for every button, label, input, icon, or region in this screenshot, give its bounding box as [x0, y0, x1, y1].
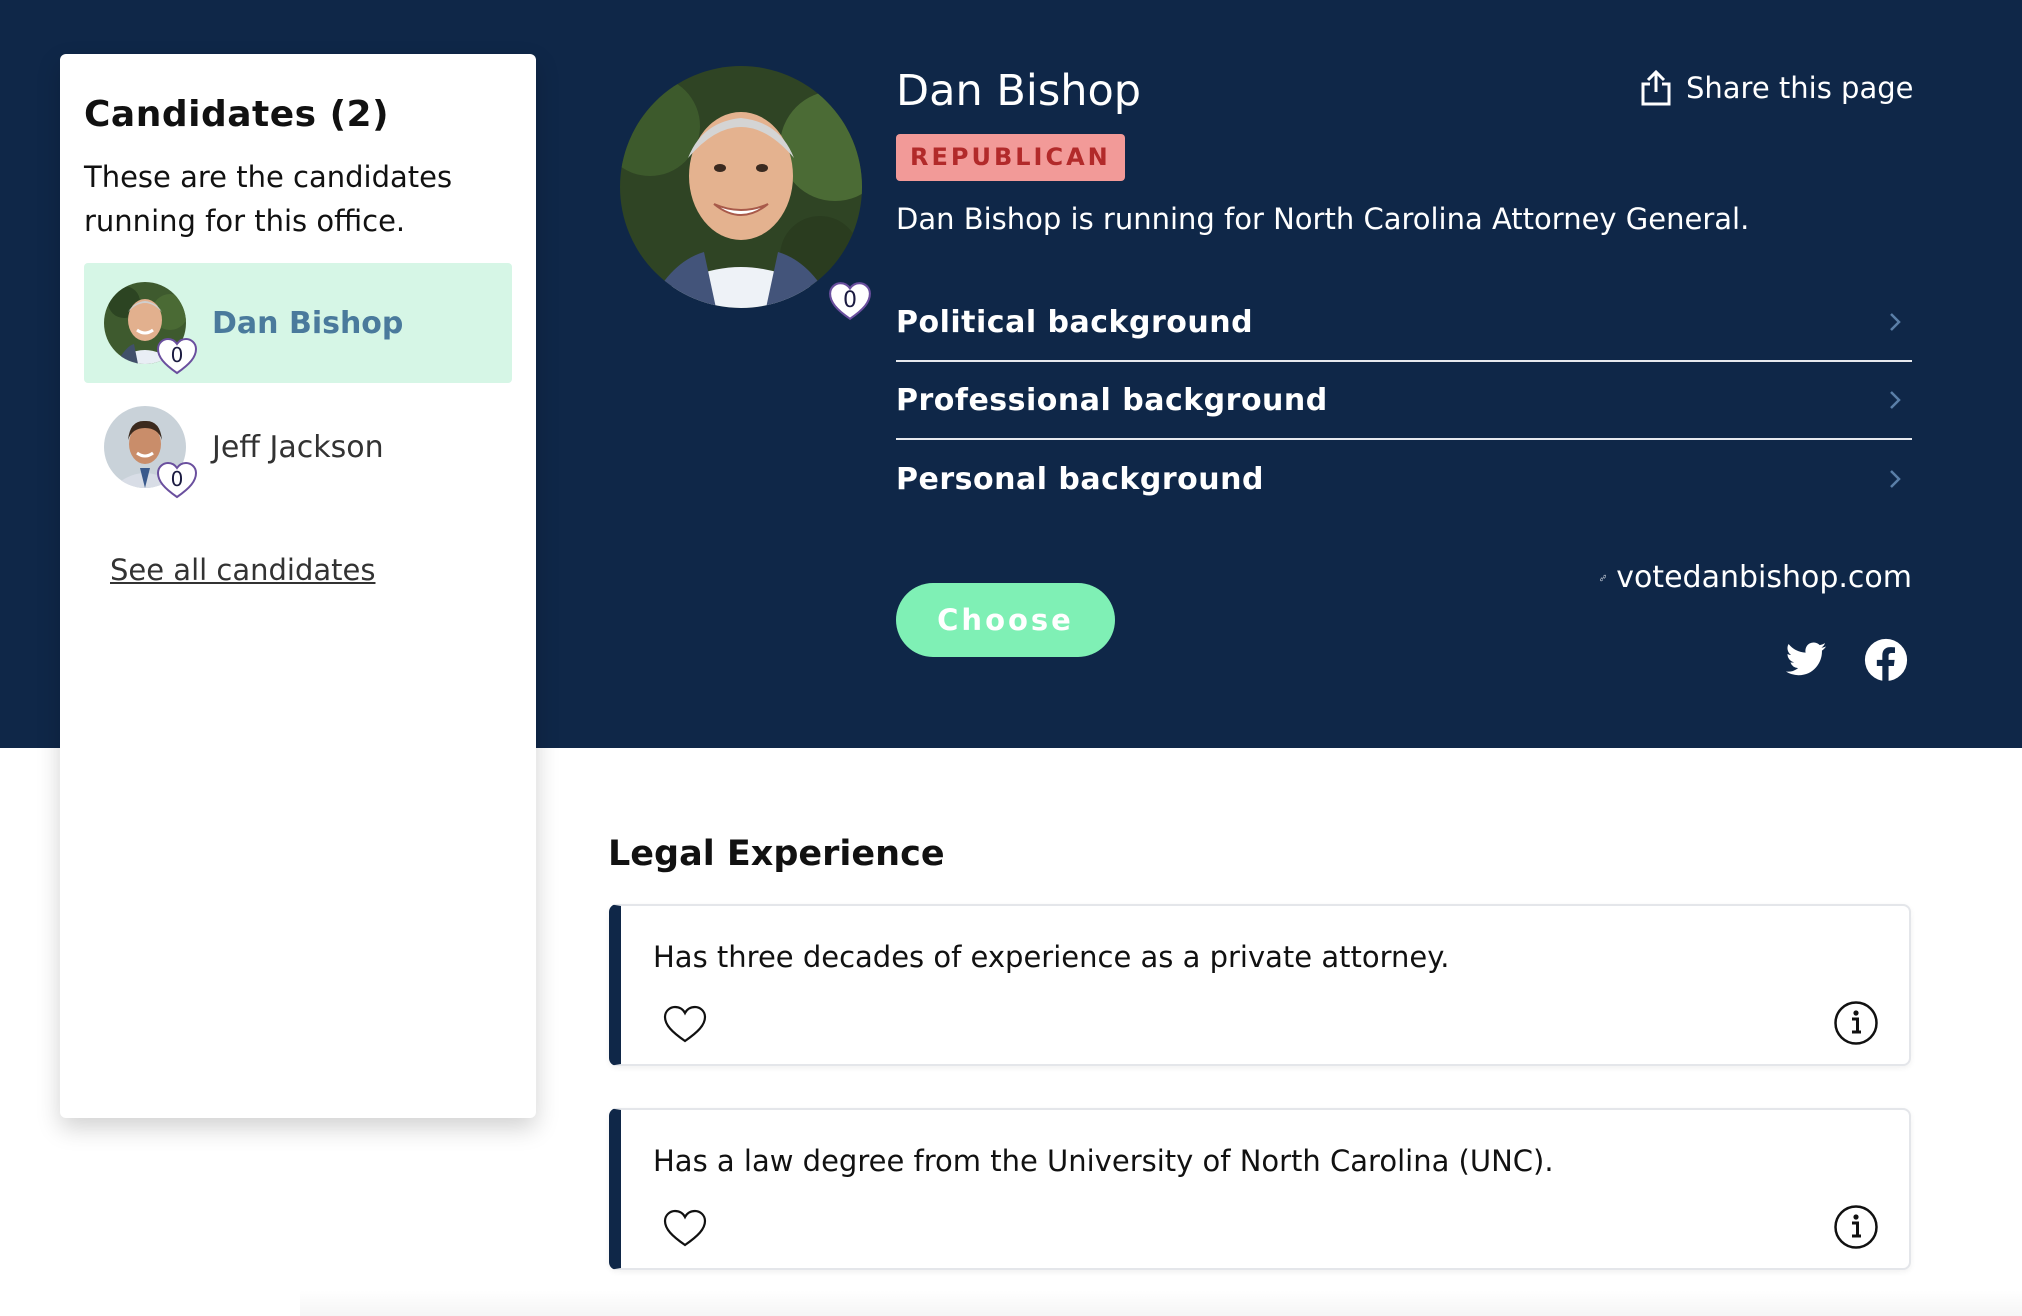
- party-badge: REPUBLICAN: [896, 134, 1125, 181]
- likes-heart-badge: 0: [156, 460, 198, 500]
- accordion-political-background[interactable]: Political background: [896, 284, 1912, 362]
- candidates-sidebar: Candidates (2) These are the candidates …: [60, 54, 536, 1118]
- legal-experience-title: Legal Experience: [608, 834, 945, 874]
- heart-icon[interactable]: [663, 1004, 707, 1044]
- share-page-button[interactable]: Share this page: [1640, 70, 1913, 106]
- candidate-name: Dan Bishop: [212, 305, 404, 341]
- candidate-name: Jeff Jackson: [212, 429, 384, 465]
- info-icon[interactable]: [1833, 1204, 1879, 1250]
- avatar: 0: [104, 406, 198, 499]
- website-label: votedanbishop.com: [1616, 560, 1912, 595]
- background-accordion: Political background Professional backgr…: [896, 284, 1912, 518]
- likes-count: 0: [170, 343, 184, 367]
- avatar: 0: [104, 282, 198, 375]
- sidebar-description: These are the candidates running for thi…: [84, 160, 453, 238]
- accordion-label: Personal background: [896, 461, 1264, 497]
- twitter-icon[interactable]: [1784, 638, 1828, 682]
- experience-card: Has a law degree from the University of …: [609, 1108, 1911, 1270]
- choose-button[interactable]: Choose: [896, 583, 1115, 657]
- chevron-right-icon: [1890, 470, 1901, 488]
- share-label: Share this page: [1686, 71, 1914, 105]
- candidate-portrait: 0: [620, 66, 871, 321]
- candidate-name-heading: Dan Bishop: [896, 66, 1142, 116]
- candidate-item-dan-bishop[interactable]: 0 Dan Bishop: [84, 263, 512, 383]
- chevron-right-icon: [1890, 313, 1901, 331]
- see-all-candidates-link[interactable]: See all candidates: [110, 553, 512, 587]
- likes-count: 0: [843, 288, 857, 313]
- candidate-item-jeff-jackson[interactable]: 0 Jeff Jackson: [84, 387, 512, 507]
- experience-card: Has three decades of experience as a pri…: [609, 904, 1911, 1066]
- likes-count: 0: [170, 467, 184, 491]
- accordion-personal-background[interactable]: Personal background: [896, 440, 1912, 518]
- accordion-label: Professional background: [896, 382, 1328, 418]
- chevron-right-icon: [1890, 391, 1901, 409]
- share-icon: [1641, 70, 1671, 106]
- experience-text: Has three decades of experience as a pri…: [653, 940, 1450, 974]
- facebook-icon[interactable]: [1864, 638, 1908, 682]
- campaign-website-link[interactable]: votedanbishop.com: [1600, 560, 1912, 595]
- info-icon[interactable]: [1833, 1000, 1879, 1046]
- heart-icon[interactable]: [663, 1208, 707, 1248]
- likes-heart-badge: 0: [828, 280, 872, 322]
- candidate-photo: [620, 66, 862, 308]
- candidate-summary: Dan Bishop is running for North Carolina…: [896, 202, 1750, 236]
- bottom-shadow: [300, 1290, 2022, 1316]
- accordion-professional-background[interactable]: Professional background: [896, 362, 1912, 440]
- accordion-label: Political background: [896, 304, 1254, 340]
- link-icon: [1600, 574, 1607, 581]
- likes-heart-badge: 0: [156, 336, 198, 376]
- sidebar-title: Candidates (2): [84, 94, 390, 135]
- experience-text: Has a law degree from the University of …: [653, 1144, 1554, 1178]
